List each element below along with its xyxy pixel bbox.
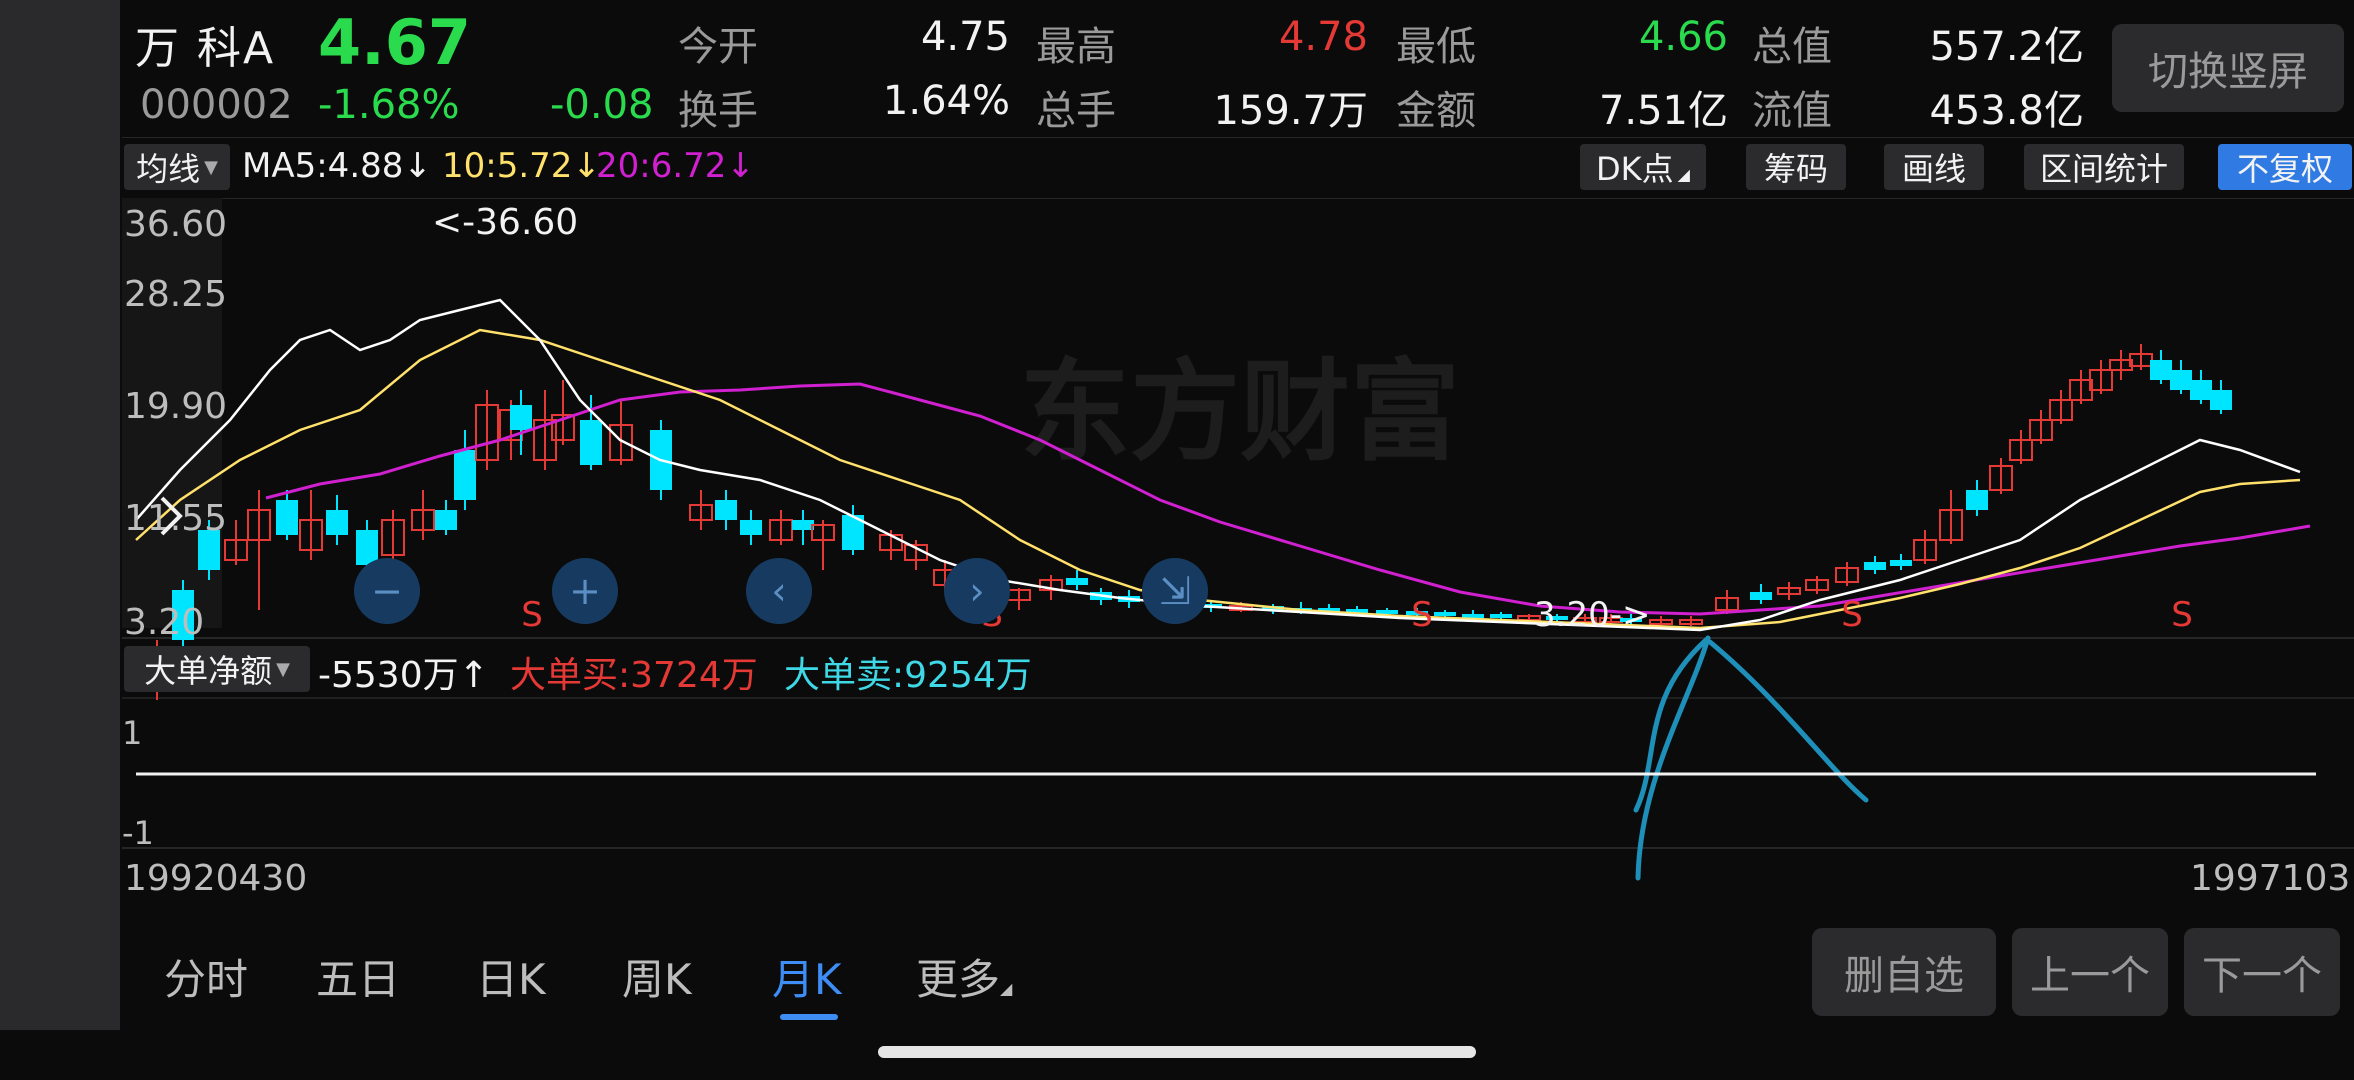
tab-weekly-k[interactable]: 周K [622,946,692,1007]
y-tick-label: 28.25 [124,274,227,315]
candle-body [792,520,814,530]
candle-body [2170,370,2192,390]
indicator-dropdown[interactable]: 大单净额 ▼ [124,646,310,692]
plus-icon[interactable]: + [552,558,618,624]
sell-signal-marker: S [521,595,543,635]
hand-drawn-annotation [1633,635,1869,881]
y-tick-label: 19.90 [124,386,227,427]
sub-y-top: 1 [122,714,142,752]
tab-intraday[interactable]: 分时 [164,946,248,1007]
candle-body [1966,490,1988,510]
candle-body [580,420,602,465]
tab-more[interactable]: 更多◢ [916,946,1012,1007]
candle-body [510,405,532,430]
candle-body [276,500,298,535]
candle-body [1864,562,1886,570]
candle-body [2190,380,2212,400]
candle-body [740,520,762,535]
candle-body [2210,390,2232,410]
caret-down-icon: ▼ [276,658,290,680]
next-stock-button[interactable]: 下一个 [2184,928,2340,1016]
sell-signal-marker: S [1841,595,1863,635]
candle-body [1376,610,1398,614]
tab-five-day[interactable]: 五日 [316,946,400,1007]
indicator-dropdown-label: 大单净额 [144,652,273,690]
kline-chart[interactable]: 东方财富 36.60 28.25 19.90 11.55 3.20 <-36.6… [0,0,2354,1080]
end-date: 19971031 [2190,858,2354,899]
candle-body [326,510,348,535]
previous-stock-button[interactable]: 上一个 [2012,928,2168,1016]
tab-daily-k[interactable]: 日K [476,946,546,1007]
sub-y-bottom: -1 [122,814,154,852]
chevron-left-icon[interactable]: ‹ [746,558,812,624]
minus-icon[interactable]: − [354,558,420,624]
corner-triangle-icon: ◢ [1000,979,1013,998]
start-date: 19920430 [124,858,308,899]
y-tick-label: 3.20 [124,602,204,643]
move-icon[interactable]: ⇲ [1142,558,1208,624]
tab-monthly-k[interactable]: 月K [772,946,842,1007]
watermark: 东方财富 [1020,348,1460,476]
active-tab-indicator [780,1014,838,1020]
candle-body [715,500,737,520]
tab-more-label: 更多 [916,955,1001,1004]
home-indicator[interactable] [878,1046,1476,1058]
candle-body [1434,612,1456,616]
big-order-sell: 大单卖:9254万 [784,655,1032,696]
big-order-net: -5530万↑ [318,655,489,696]
candle-body [1750,592,1772,600]
sell-signal-marker: S [1411,595,1433,635]
candle-body [454,450,476,500]
y-tick-label: 36.60 [124,204,227,245]
candle-body [1490,614,1512,618]
high-price-marker: <-36.60 [432,202,578,243]
remove-watchlist-button[interactable]: 删自选 [1812,928,1996,1016]
chevron-right-icon[interactable]: › [944,558,1010,624]
candle-body [1890,560,1912,566]
candle-body [435,510,457,530]
low-price-marker: 3.20-> [1534,595,1650,635]
candle-body [2150,360,2172,380]
big-order-buy: 大单买:3724万 [510,655,758,696]
candle-body [1066,578,1088,585]
sell-signal-marker: S [2171,595,2193,635]
